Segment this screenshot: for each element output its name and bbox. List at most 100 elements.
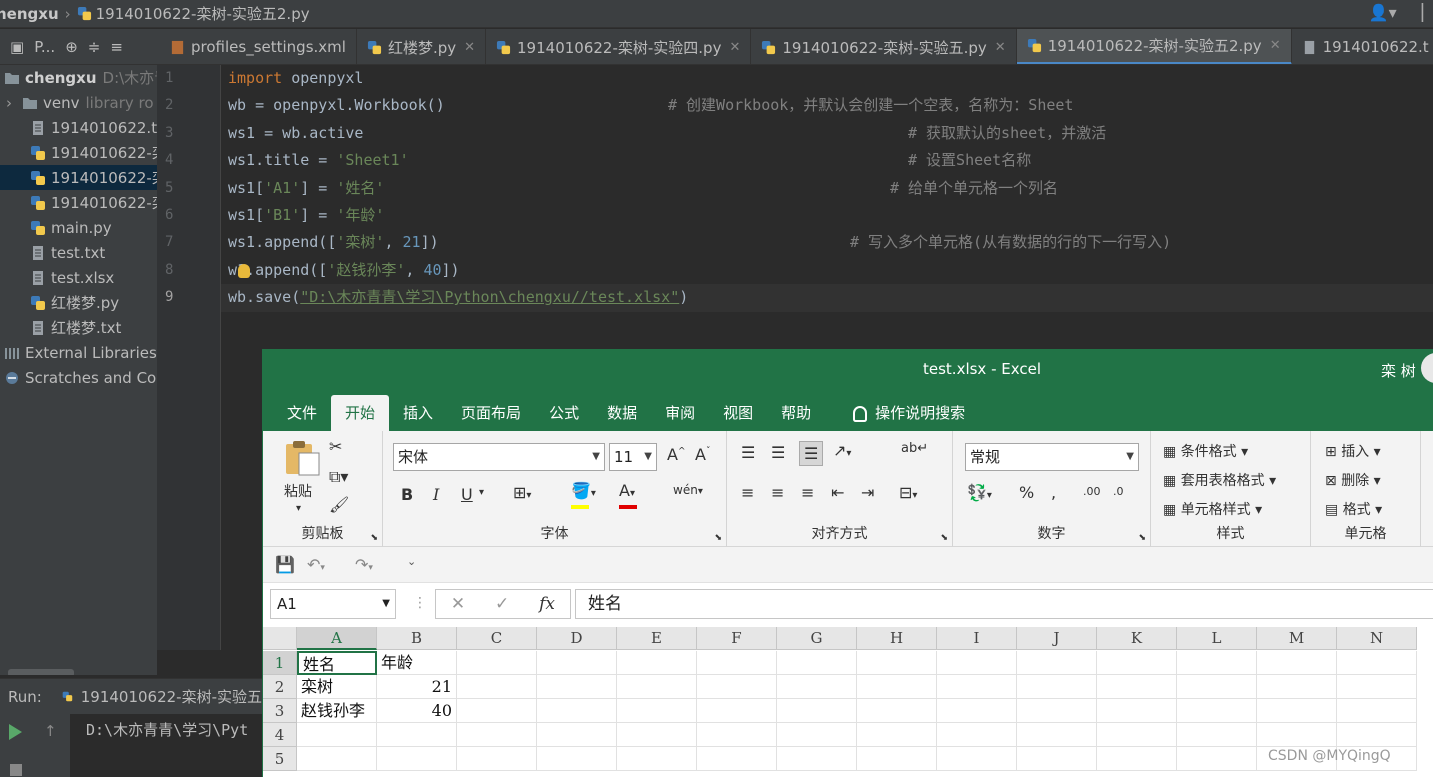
dialog-launcher-icon[interactable]: ⬊ [1138, 533, 1146, 543]
grid-cell[interactable] [537, 651, 617, 675]
grow-font-icon[interactable]: A^ [667, 445, 686, 464]
cancel-icon[interactable]: ✕ [451, 594, 465, 614]
column-header[interactable]: E [617, 627, 697, 650]
grid-cell[interactable] [777, 699, 857, 723]
close-icon[interactable]: ✕ [995, 40, 1006, 55]
grid-cell[interactable] [697, 723, 777, 747]
name-box[interactable]: A1 ▼ [270, 589, 396, 619]
grid-cell[interactable] [1257, 675, 1337, 699]
ribbon-tab[interactable]: 插入 [389, 395, 447, 431]
grid-cell[interactable] [1257, 723, 1337, 747]
grid-cell[interactable]: 40 [377, 699, 457, 723]
grid-cell[interactable] [1097, 651, 1177, 675]
copy-icon[interactable]: ⧉▾ [329, 467, 348, 487]
orientation-icon[interactable]: ↗▾ [833, 441, 851, 460]
settings-icon[interactable]: ≡ [110, 38, 123, 56]
code-line-1[interactable]: import openpyxl [221, 65, 1433, 92]
customize-qat-icon[interactable]: ⌄ [407, 555, 416, 568]
grid-cell[interactable] [617, 747, 697, 771]
column-header[interactable]: J [1017, 627, 1097, 650]
code-line-2[interactable]: wb = openpyxl.Workbook() # 创建Workbook，并默认… [221, 92, 1433, 119]
column-header[interactable]: H [857, 627, 937, 650]
dialog-launcher-icon[interactable]: ⬊ [370, 533, 378, 543]
grid-cell[interactable] [857, 675, 937, 699]
tree-item-file[interactable]: test.txt [0, 240, 157, 265]
grid-cell[interactable] [697, 699, 777, 723]
grid-cell[interactable] [1017, 723, 1097, 747]
grid-cell[interactable] [697, 675, 777, 699]
italic-button[interactable]: I [433, 485, 439, 504]
ribbon-tab[interactable]: 数据 [593, 395, 651, 431]
project-view-selector[interactable]: P... [34, 38, 55, 56]
play-icon[interactable] [9, 724, 22, 740]
table-format-button[interactable]: ▦ 套用表格格式 ▾ [1163, 470, 1276, 490]
insert-cells-button[interactable]: ⊞ 插入 ▾ [1325, 441, 1381, 461]
font-name-select[interactable]: 宋体 ▼ [393, 443, 605, 471]
increase-decimal-icon[interactable]: .00 [1083, 485, 1101, 498]
column-header[interactable]: G [777, 627, 857, 650]
ribbon-tab[interactable]: 帮助 [767, 395, 825, 431]
editor-tab[interactable]: profiles_settings.xml [160, 29, 357, 64]
format-cells-button[interactable]: ▤ 格式 ▾ [1325, 499, 1382, 519]
grid-cell[interactable] [1337, 675, 1417, 699]
tree-item-external-libraries[interactable]: External Libraries [0, 340, 157, 365]
grid-cell[interactable] [457, 723, 537, 747]
align-bottom-icon[interactable]: ☰ [799, 441, 824, 466]
grid-cell[interactable] [1097, 675, 1177, 699]
excel-user-name[interactable]: 栾 树 [1381, 360, 1416, 381]
underline-button[interactable]: U [461, 485, 473, 504]
phonetic-icon[interactable]: wén▾ [673, 483, 703, 497]
grid-cell[interactable] [937, 675, 1017, 699]
lightbulb-icon[interactable] [238, 263, 250, 278]
code-line-8[interactable]: w 1.append(['赵钱孙李', 40]) [221, 257, 1433, 284]
percent-icon[interactable]: % [1019, 483, 1034, 502]
border-icon[interactable]: ⊞▾ [513, 483, 531, 502]
grid-cell[interactable] [457, 699, 537, 723]
editor-tab[interactable]: 1914010622-栾树-实验五2.py ✕ [1016, 29, 1292, 64]
grid-cell[interactable] [537, 747, 617, 771]
bold-button[interactable]: B [401, 485, 413, 504]
align-center-icon[interactable]: ≡ [771, 483, 784, 502]
fill-color-icon[interactable]: 🪣▾ [571, 481, 596, 500]
close-icon[interactable]: ✕ [464, 40, 475, 55]
tell-me-search[interactable]: 操作说明搜索 [839, 395, 979, 431]
font-size-select[interactable]: 11 ▼ [609, 443, 657, 471]
grid-cell[interactable] [937, 723, 1017, 747]
grid-cell[interactable] [1337, 699, 1417, 723]
grid-cell[interactable] [697, 651, 777, 675]
grid-cell[interactable] [777, 675, 857, 699]
tree-item-file[interactable]: 1914010622-栾 [0, 190, 157, 215]
tree-scrollbar[interactable] [8, 669, 74, 675]
column-header[interactable]: N [1337, 627, 1417, 650]
grid-cell[interactable] [937, 699, 1017, 723]
breadcrumb-project[interactable]: hengxu [0, 5, 59, 23]
shrink-font-icon[interactable]: Aˇ [695, 445, 710, 464]
grid-cell[interactable]: 栾树 [297, 675, 377, 699]
tree-item-venv[interactable]: › venv library ro [0, 90, 157, 115]
column-header[interactable]: F [697, 627, 777, 650]
grid-cell[interactable] [1097, 747, 1177, 771]
comma-style-icon[interactable]: , [1051, 483, 1056, 502]
grid-cell[interactable] [1177, 699, 1257, 723]
grid-cell[interactable] [1097, 723, 1177, 747]
ribbon-tab[interactable]: 开始 [331, 395, 390, 431]
grid-cell[interactable] [537, 699, 617, 723]
dialog-launcher-icon[interactable]: ⬊ [714, 533, 722, 543]
grid-cell[interactable] [857, 723, 937, 747]
code-line-5[interactable]: ws1['A1'] = '姓名' # 给单个单元格一个列名 [221, 175, 1433, 202]
grid-cell[interactable] [857, 747, 937, 771]
tree-item-scratches[interactable]: Scratches and Cor [0, 365, 157, 390]
grid-cell[interactable]: 年龄 [377, 651, 457, 675]
grid-cell[interactable] [377, 747, 457, 771]
font-color-icon[interactable]: A▾ [619, 481, 635, 500]
tree-item-file[interactable]: 红楼梦.txt [0, 315, 157, 340]
column-header[interactable]: L [1177, 627, 1257, 650]
grid-cell[interactable] [617, 723, 697, 747]
merge-cells-icon[interactable]: ⊟▾ [899, 483, 917, 502]
grid-cell[interactable] [617, 699, 697, 723]
active-cell[interactable]: 姓名 [297, 651, 377, 675]
confirm-icon[interactable]: ✓ [495, 594, 509, 614]
column-header[interactable]: C [457, 627, 537, 650]
run-config-tab[interactable]: 1914010622-栾树-实验五 [81, 686, 262, 707]
column-header[interactable]: A [297, 627, 377, 650]
